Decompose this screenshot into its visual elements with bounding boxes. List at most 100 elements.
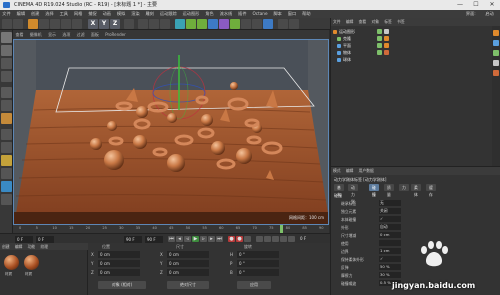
- position-z-field[interactable]: 0 cm: [98, 269, 140, 276]
- tab-soft-body[interactable]: 柔体: [411, 184, 421, 197]
- python-icon[interactable]: [289, 19, 299, 29]
- menu-item-animate[interactable]: 动画: [103, 10, 111, 18]
- menu-item-help[interactable]: 帮助: [302, 10, 310, 18]
- rotate-tool-icon[interactable]: [61, 19, 71, 29]
- viewport-menu-display[interactable]: 显示: [48, 32, 56, 37]
- object-name[interactable]: 平面: [343, 43, 351, 48]
- menu-item-octane[interactable]: Octane: [252, 10, 267, 18]
- lock-workplane-icon[interactable]: [1, 168, 12, 179]
- menu-item-mograph[interactable]: 运动图形: [183, 10, 200, 18]
- select-tool-icon[interactable]: [28, 19, 38, 29]
- tab-dynamics[interactable]: 动力学: [348, 184, 358, 204]
- edges-mode-icon[interactable]: [1, 100, 12, 111]
- material-name[interactable]: 材质: [25, 272, 32, 277]
- workplane-icon[interactable]: [1, 71, 12, 82]
- tab-basic[interactable]: 基本: [334, 184, 344, 197]
- menu-item-snap[interactable]: 捕捉: [88, 10, 96, 18]
- menu-item-window[interactable]: 窗口: [288, 10, 296, 18]
- rotation-key-icon[interactable]: [272, 236, 279, 242]
- snap-icon[interactable]: [1, 155, 12, 166]
- render-picture-viewer-icon[interactable]: [149, 19, 159, 29]
- menu-item-plugins[interactable]: 插件: [238, 10, 246, 18]
- viewport-menu-view[interactable]: 查看: [16, 32, 24, 37]
- dynamics-tag-icon[interactable]: [384, 36, 389, 41]
- material-name[interactable]: 材质: [5, 272, 12, 277]
- menu-item-simulate[interactable]: 模拟: [117, 10, 125, 18]
- position-x-field[interactable]: 0 cm: [98, 251, 140, 258]
- previous-key-icon[interactable]: ◂: [176, 236, 183, 242]
- points-mode-icon[interactable]: [1, 87, 12, 98]
- size-y-field[interactable]: 0 cm: [167, 260, 209, 267]
- object-name[interactable]: 球体: [343, 57, 351, 62]
- material-menu-create[interactable]: 创建: [2, 244, 10, 249]
- dynamics-tag-icon[interactable]: [384, 43, 389, 48]
- recent-tool-icon[interactable]: [72, 19, 82, 29]
- material-swatch[interactable]: [24, 255, 39, 270]
- check-icon[interactable]: [377, 36, 382, 41]
- make-editable-icon[interactable]: [1, 32, 12, 43]
- end-frame-field[interactable]: 90 F: [124, 235, 142, 243]
- floor-icon[interactable]: [230, 19, 240, 29]
- material-menu-texture[interactable]: 纹理: [40, 244, 48, 249]
- go-to-end-icon[interactable]: ⏭: [216, 236, 223, 242]
- layout-select[interactable]: 启动: [485, 10, 493, 18]
- z-axis-lock-button[interactable]: Z: [110, 19, 120, 29]
- rotation-b-field[interactable]: 0 °: [237, 269, 279, 276]
- content-browser-tab-icon[interactable]: [493, 50, 499, 56]
- solo-icon[interactable]: [1, 194, 12, 205]
- rotation-p-field[interactable]: 0 °: [237, 260, 279, 267]
- object-row[interactable]: 克隆: [337, 36, 351, 42]
- structure-tab-icon[interactable]: [493, 60, 499, 66]
- y-axis-lock-button[interactable]: Y: [99, 19, 109, 29]
- subdivision-surface-icon[interactable]: [197, 19, 207, 29]
- menu-item-create[interactable]: 创建: [31, 10, 39, 18]
- check-icon[interactable]: [377, 43, 382, 48]
- rotation-h-field[interactable]: 0 °: [237, 251, 279, 258]
- property-value[interactable]: 无: [379, 200, 401, 206]
- object-name[interactable]: 物体: [343, 50, 351, 55]
- material-menu-edit[interactable]: 编辑: [15, 244, 23, 249]
- octane-icon[interactable]: [263, 19, 273, 29]
- light-icon[interactable]: [252, 19, 262, 29]
- polygons-mode-icon[interactable]: [1, 113, 12, 124]
- parameter-key-icon[interactable]: [280, 236, 287, 242]
- material-tag-icon[interactable]: [384, 50, 389, 55]
- deformer-icon[interactable]: [219, 19, 229, 29]
- menu-item-select[interactable]: 选择: [45, 10, 53, 18]
- menu-item-edit[interactable]: 编辑: [17, 10, 25, 18]
- render-settings-icon[interactable]: [160, 19, 170, 29]
- undo-icon[interactable]: [2, 19, 12, 29]
- viewport-menu-prorender[interactable]: ProRender: [105, 32, 126, 37]
- menu-item-script[interactable]: 脚本: [273, 10, 281, 18]
- property-value[interactable]: ✓: [379, 216, 401, 222]
- tab-mass[interactable]: 质量: [384, 184, 394, 197]
- attr-menu-edit[interactable]: 编辑: [346, 168, 354, 173]
- go-to-start-icon[interactable]: ⏮: [168, 236, 175, 242]
- 3d-viewport[interactable]: 网格间距：100 cm: [13, 39, 329, 225]
- scale-key-icon[interactable]: [264, 236, 271, 242]
- next-frame-icon[interactable]: ▹: [200, 236, 207, 242]
- timeline-ruler[interactable]: 0 5 10 15 20 25 30 35 40 45 50 55 60 65 70 75 80 85 90: [13, 225, 329, 233]
- pla-key-icon[interactable]: [288, 236, 295, 242]
- menu-item-sculpt[interactable]: 雕刻: [146, 10, 154, 18]
- layers-tab-icon[interactable]: [493, 70, 499, 76]
- move-tool-icon[interactable]: [39, 19, 49, 29]
- om-menu-objects[interactable]: 对象: [371, 19, 379, 24]
- scale-tool-icon[interactable]: [50, 19, 60, 29]
- texture-mode-icon[interactable]: [1, 58, 12, 69]
- play-icon[interactable]: ▶: [192, 236, 199, 242]
- coordinate-mode-select[interactable]: 对象 (相对): [98, 281, 146, 289]
- position-y-field[interactable]: 0 cm: [98, 260, 140, 267]
- property-value[interactable]: 自动: [379, 224, 401, 230]
- menu-item-file[interactable]: 文件: [2, 10, 10, 18]
- material-menu-function[interactable]: 功能: [28, 244, 36, 249]
- keyframe-selection-icon[interactable]: [244, 236, 251, 242]
- takes-tab-icon[interactable]: [493, 40, 499, 46]
- om-menu-file[interactable]: 文件: [333, 19, 341, 24]
- maximize-button[interactable]: ☐: [468, 1, 484, 9]
- previous-frame-icon[interactable]: ◃: [184, 236, 191, 242]
- om-menu-tags[interactable]: 标签: [384, 19, 392, 24]
- menu-item-motion-tracker[interactable]: 运动跟踪: [160, 10, 177, 18]
- object-name[interactable]: 运动图形: [339, 29, 355, 34]
- tab-cache[interactable]: 缓存: [426, 184, 436, 197]
